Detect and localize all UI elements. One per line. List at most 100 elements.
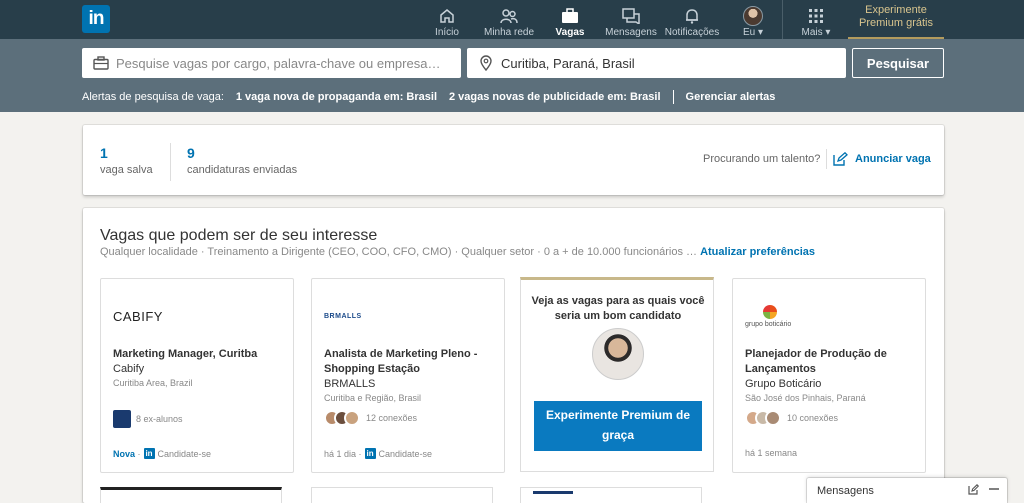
nav-notifications[interactable]: Notificações [664,0,720,39]
job-card[interactable]: CABIFY Marketing Manager, Curitba Cabify… [100,278,294,473]
easy-apply-icon: in [143,448,155,459]
search-alerts: Alertas de pesquisa de vaga: 1 vaga nova… [82,90,787,104]
messaging-label: Mensagens [817,484,874,497]
avatar [592,328,644,380]
company-logo-brmalls: BRMALLS [324,299,362,333]
nav-notifications-label: Notificações [664,27,720,38]
dot-separator: · [135,448,141,459]
briefcase-icon [88,56,114,70]
dot-separator: · [356,448,362,459]
messages-icon [622,5,640,27]
nav-home[interactable]: Início [432,0,462,39]
nav-me-label-wrap: Eu ▾ [743,27,763,38]
job-card[interactable]: grupo boticário Planejador de Produção d… [732,278,926,473]
talent-text: Procurando um talento? [703,153,821,165]
job-card-next[interactable] [520,487,702,503]
avatar [743,6,763,26]
keyword-search-input[interactable]: Pesquise vagas por cargo, palavra-chave … [82,48,461,78]
connection-avatars [324,410,360,426]
alert-link-2[interactable]: 2 vagas novas de publicidade em: Brasil [449,91,661,103]
avatar [344,410,360,426]
job-location: São José dos Pinhais, Paraná [745,393,866,403]
company-logo-text: grupo boticário [745,320,792,328]
job-preferences-filters: Qualquer localidade · Treinamento a Diri… [100,246,701,258]
easy-apply-icon: in [364,448,376,459]
update-preferences-link[interactable]: Atualizar preferências [700,246,815,258]
alert-link-1[interactable]: 1 vaga nova de propaganda em: Brasil [236,91,437,103]
company-logo-text: BRMALLS [324,312,362,320]
nav-messages[interactable]: Mensagens [605,0,657,39]
nav-more-label: Mais [801,27,823,38]
job-location: Curitiba Area, Brazil [113,378,193,388]
try-premium-link[interactable]: Experimente Premium grátis [848,0,944,39]
try-premium-button[interactable]: Experimente Premium de graça [534,401,702,451]
network-icon [500,5,518,27]
me-avatar-wrap [743,5,763,27]
linkedin-logo[interactable]: in [82,5,110,33]
applied-jobs-label[interactable]: candidaturas enviadas [187,164,297,176]
manage-alerts-link[interactable]: Gerenciar alertas [686,91,776,103]
stats-divider [170,143,171,181]
premium-line1: Experimente [865,4,927,16]
company-logo-boticario: grupo boticário [745,299,791,333]
nav-network[interactable]: Minha rede [484,0,534,39]
nav-more[interactable]: Mais ▾ [800,0,832,39]
job-stats-card: 1 vaga salva 9 candidaturas enviadas Pro… [83,125,944,195]
grid-icon [808,5,824,27]
nav-home-label: Início [435,27,459,38]
job-connections: 10 conexões [745,410,838,426]
avatar [765,410,781,426]
search-button[interactable]: Pesquisar [852,48,944,78]
jobs-icon [561,5,579,27]
applied-jobs-count[interactable]: 9 [187,145,195,161]
job-connections: 12 conexões [324,410,417,426]
recommended-jobs-title: Vagas que podem ser de seu interesse [100,227,378,244]
saved-jobs-label[interactable]: vaga salva [100,164,153,176]
job-footer: há 1 semana [745,448,797,458]
company-logo-text: CABIFY [113,308,163,324]
location-pin-icon [473,55,499,71]
job-connections-text: 8 ex-alunos [136,414,183,424]
alerts-divider [672,90,674,104]
talent-divider [826,149,827,169]
job-card[interactable]: BRMALLS Analista de Marketing Pleno - Sh… [311,278,505,473]
job-location: Curitiba e Região, Brasil [324,393,422,403]
premium-line2: Premium grátis [859,17,933,29]
job-footer: Nova · in Candidate-se [113,448,211,459]
nav-more-label-wrap: Mais ▾ [802,27,831,38]
boticario-logo-mark [763,304,777,319]
nav-jobs-label: Vagas [555,27,585,38]
nav-me-label: Eu [742,27,756,38]
job-time: há 1 semana [745,448,798,458]
top-nav: in Início Minha rede Vagas Mensagens Not… [0,0,1024,39]
job-time: Nova [113,448,136,459]
job-connections-text: 12 conexões [366,413,418,423]
job-company: BRMALLS [324,378,376,390]
home-icon [439,5,455,27]
job-card-next[interactable] [100,487,282,503]
job-card-next[interactable] [311,487,493,503]
job-search-band: Pesquise vagas por cargo, palavra-chave … [0,39,1024,112]
job-time: há 1 dia [324,448,357,459]
bell-icon [684,5,700,27]
job-title[interactable]: Analista de Marketing Pleno - Shopping E… [324,347,496,377]
caret-down-icon: ▾ [755,27,764,38]
nav-messages-label: Mensagens [605,27,657,38]
nav-me[interactable]: Eu ▾ [740,0,766,39]
post-job-link[interactable]: Anunciar vaga [855,153,931,165]
job-preferences: Qualquer localidade · Treinamento a Diri… [100,246,815,258]
location-search-input[interactable]: Curitiba, Paraná, Brasil [467,48,846,78]
compose-icon[interactable] [968,484,980,498]
messaging-bar[interactable]: Mensagens [807,478,1007,503]
saved-jobs-count[interactable]: 1 [100,145,108,161]
company-logo-cabify: CABIFY [113,299,163,333]
job-company: Cabify [113,363,145,375]
job-company: Grupo Boticário [745,378,822,390]
minimize-icon[interactable] [989,484,999,498]
job-title[interactable]: Marketing Manager, Curitba [113,347,285,362]
job-connections: 8 ex-alunos [113,410,183,428]
nav-jobs[interactable]: Vagas [556,0,584,39]
premium-upsell-text: Veja as vagas para as quais você seria u… [531,295,705,322]
job-title[interactable]: Planejador de Produção de Lançamentos [745,347,917,377]
job-connections-text: 10 conexões [787,413,839,423]
